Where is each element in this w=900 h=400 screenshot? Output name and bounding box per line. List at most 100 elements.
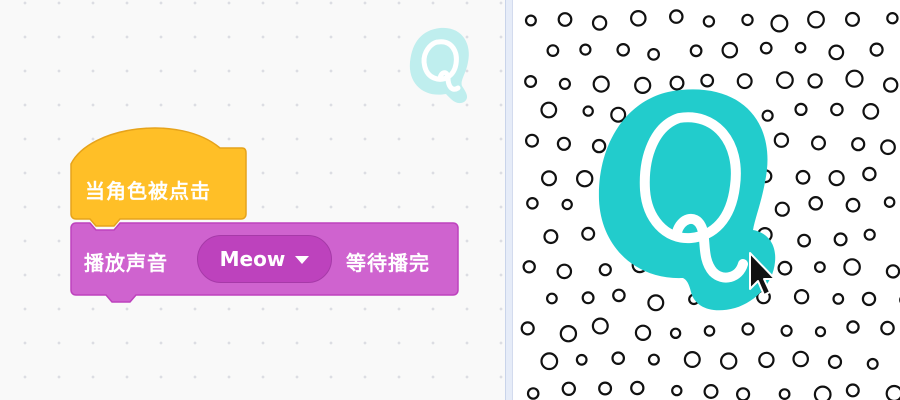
backdrop-dot	[647, 48, 661, 61]
backdrop-dot	[830, 102, 844, 117]
backdrop-dot	[814, 261, 826, 274]
backdrop-dot	[611, 351, 625, 365]
backdrop-dot	[845, 69, 864, 88]
backdrop-dot	[883, 196, 896, 208]
code-area[interactable]: 当角色被点击 播放声音 Meow 等待播完	[0, 0, 505, 400]
backdrop-dot	[524, 74, 538, 88]
backdrop-dot	[885, 264, 900, 279]
backdrop-dot	[851, 137, 866, 152]
backdrop-dot	[557, 12, 573, 27]
backdrop-dot	[721, 41, 739, 59]
backdrop-dot	[556, 263, 573, 280]
backdrop-dot	[845, 197, 861, 213]
backdrop-dot	[526, 387, 540, 400]
backdrop-dot	[581, 226, 596, 241]
backdrop-dot	[703, 325, 716, 337]
sound-dropdown-value: Meow	[219, 247, 286, 271]
backdrop-dot	[880, 139, 896, 156]
backdrop-dot	[828, 44, 845, 61]
backdrop-dot	[862, 166, 877, 182]
backdrop-dot	[561, 381, 577, 396]
backdrop-dot	[540, 352, 559, 371]
backdrop-dot	[795, 169, 811, 185]
backdrop-dot	[616, 42, 630, 57]
backdrop-dot	[543, 229, 559, 245]
backdrop-dot	[885, 384, 900, 400]
backdrop-dot	[883, 77, 899, 93]
backdrop-dot	[561, 198, 573, 211]
when-sprite-clicked-block[interactable]: 当角色被点击	[70, 118, 247, 228]
backdrop-dot	[808, 196, 823, 211]
backdrop-dot	[869, 42, 884, 57]
backdrop-dot	[522, 260, 536, 274]
stage[interactable]	[513, 0, 900, 400]
backdrop-dot	[886, 12, 899, 25]
backdrop-dot	[630, 380, 645, 396]
backdrop-dot	[582, 105, 594, 117]
backdrop-dot	[759, 41, 773, 55]
backdrop-dot	[591, 317, 609, 335]
backdrop-dot	[807, 10, 825, 29]
backdrop-dot	[671, 384, 683, 397]
backdrop-dot	[546, 292, 558, 305]
backdrop-dot	[736, 387, 751, 400]
backdrop-dot	[683, 351, 701, 369]
backdrop-dot	[598, 381, 613, 396]
backdrop-dot	[797, 233, 812, 248]
backdrop-dot	[862, 102, 880, 120]
backdrop-dot	[845, 383, 860, 398]
backdrop-dot	[813, 385, 832, 400]
backdrop-dot	[845, 11, 861, 27]
backdrop-dot	[630, 9, 647, 27]
backdrop-dot	[689, 44, 703, 58]
panel-divider	[505, 0, 513, 400]
sprite-thumbnail-q-icon	[409, 27, 469, 104]
backdrop-dot	[778, 388, 791, 400]
backdrop-dot	[758, 351, 775, 369]
backdrop-dot	[866, 357, 879, 370]
backdrop-dot	[520, 321, 535, 336]
backdrop-dot	[719, 352, 738, 370]
backdrop-dot	[581, 291, 595, 305]
backdrop-dot	[556, 136, 572, 151]
backdrop-dot	[703, 384, 719, 400]
backdrop-dot	[741, 322, 755, 336]
backdrop-dot	[863, 228, 876, 241]
backdrop-dot	[827, 354, 843, 369]
play-sound-until-done-block[interactable]: 播放声音 Meow 等待播完	[70, 222, 460, 314]
backdrop-dot	[540, 101, 558, 119]
backdrop-dot	[559, 325, 578, 343]
backdrop-dot	[525, 133, 540, 148]
sound-dropdown[interactable]: Meow	[197, 235, 332, 283]
backdrop-dot	[828, 170, 845, 187]
backdrop-dot	[794, 41, 807, 54]
backdrop-dot	[811, 135, 827, 151]
backdrop-dot	[669, 327, 682, 339]
backdrop-dot	[647, 353, 660, 366]
backdrop-dot	[700, 73, 715, 88]
backdrop-dot	[833, 232, 848, 247]
backdrop-dot	[741, 13, 754, 27]
backdrop-dot	[846, 320, 860, 334]
play-sound-label: 播放声音	[84, 251, 168, 275]
backdrop-dot	[634, 324, 652, 341]
backdrop-dot	[702, 15, 716, 28]
backdrop-dot	[575, 353, 588, 366]
backdrop-dot	[546, 44, 560, 57]
backdrop-dot	[880, 320, 895, 336]
mouse-pointer-icon	[749, 252, 776, 296]
caret-down-icon	[295, 256, 310, 264]
backdrop-dot	[669, 9, 684, 24]
backdrop-dot	[575, 169, 594, 188]
backdrop-dot	[843, 258, 861, 276]
backdrop-dot	[770, 14, 789, 33]
until-done-label: 等待播完	[346, 251, 430, 275]
backdrop-dot	[541, 170, 558, 187]
backdrop-dot	[807, 73, 823, 89]
backdrop-dot	[591, 15, 608, 31]
backdrop-dot	[524, 14, 537, 27]
backdrop-dot	[558, 77, 572, 91]
backdrop-dot	[861, 291, 877, 307]
backdrop-dot	[792, 350, 809, 368]
backdrop-dot	[579, 43, 592, 56]
